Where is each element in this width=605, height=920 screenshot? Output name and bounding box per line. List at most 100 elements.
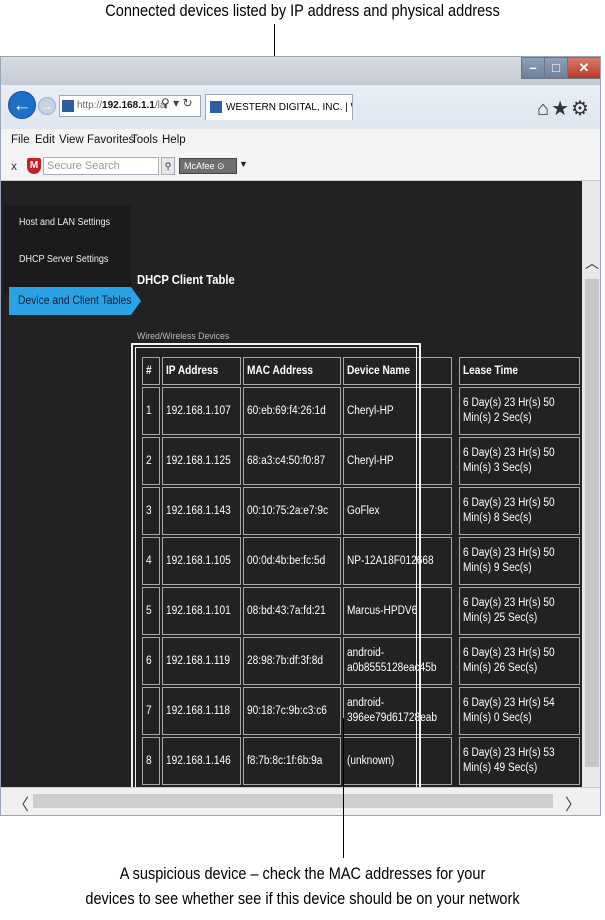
- sidebar-item-dhcp-server[interactable]: DHCP Server Settings: [19, 254, 108, 265]
- back-arrow-icon[interactable]: ←: [8, 91, 36, 119]
- mcafee-button[interactable]: McAfee ⊙: [179, 158, 237, 174]
- horizontal-scrollbar[interactable]: 〈 〉: [1, 787, 600, 815]
- annotation-bottom: A suspicious device – check the MAC addr…: [36, 862, 568, 912]
- cell-mac: 00:0d:4b:be:fc:5d: [243, 537, 342, 585]
- sidebar-item-host-lan[interactable]: Host and LAN Settings: [19, 217, 110, 228]
- browser-right-icons: ⌂★⚙: [537, 96, 591, 121]
- cell-device-name-text: Marcus-HPDV6: [347, 604, 418, 617]
- secure-search-input[interactable]: Secure Search: [43, 157, 159, 175]
- sidebar-item-device-client-tables[interactable]: Device and Client Tables: [9, 287, 131, 315]
- menu-tools[interactable]: Tools: [131, 134, 158, 146]
- page-title: DHCP Client Table: [137, 273, 235, 287]
- cell-mac: 00:10:75:2a:e7:9c: [243, 487, 342, 535]
- annotation-bottom-line1: A suspicious device – check the MAC addr…: [119, 865, 486, 883]
- cell-ip: 192.168.1.125: [161, 437, 242, 485]
- scroll-up-icon[interactable]: ︿: [582, 253, 600, 273]
- scroll-right-icon[interactable]: 〉: [565, 791, 581, 815]
- maximize-icon[interactable]: □: [544, 57, 568, 79]
- cell-ip-text: 192.168.1.105: [165, 554, 231, 567]
- cell-index-text: 1: [146, 404, 152, 417]
- cell-device-name: android-396ee79d61728eab: [343, 687, 452, 735]
- close-icon[interactable]: ✕: [567, 57, 600, 79]
- cell-gap: [454, 737, 458, 785]
- cell-ip: 192.168.1.143: [161, 487, 242, 535]
- mcafee-shield-icon: M: [27, 158, 41, 174]
- home-icon[interactable]: ⌂: [537, 98, 551, 120]
- table-row: 2 192.168.1.125 68:a3:c4:50:f0:87 Cheryl-HP…: [142, 437, 580, 485]
- cell-device-name-text: GoFlex: [347, 504, 380, 517]
- settings-gear-icon[interactable]: ⚙: [571, 98, 591, 120]
- annotation-top: Connected devices listed by IP address a…: [105, 2, 500, 20]
- cell-mac-text: 00:0d:4b:be:fc:5d: [247, 554, 326, 567]
- cell-device-name-text: Cheryl-HP: [347, 404, 394, 417]
- search-icon[interactable]: ⚲: [161, 96, 170, 110]
- cell-index-text: 3: [146, 504, 152, 517]
- menu-favorites[interactable]: Favorites: [87, 134, 134, 146]
- address-host: 192.168.1.1: [102, 100, 155, 111]
- cell-gap: [454, 537, 458, 585]
- cell-lease-time-text: 6 Day(s) 23 Hr(s) 50 Min(s) 8 Sec(s): [463, 497, 556, 524]
- search-button-icon[interactable]: ⚲: [161, 157, 175, 175]
- toolbar-close-icon[interactable]: x: [11, 159, 17, 173]
- menu-edit[interactable]: Edit: [35, 134, 55, 146]
- cell-mac-text: 60:eb:69:f4:26:1d: [247, 404, 326, 417]
- cell-lease-time-text: 6 Day(s) 23 Hr(s) 50 Min(s) 3 Sec(s): [463, 447, 556, 474]
- table-row: 6 192.168.1.119 28:98:7b:df:3f:8d android-a…: [142, 637, 580, 685]
- header-gap: [454, 357, 458, 385]
- cell-mac: f8:7b:8c:1f:6b:9a: [243, 737, 342, 785]
- cell-device-name: Cheryl-HP: [343, 437, 452, 485]
- cell-gap: [454, 437, 458, 485]
- cell-index-text: 6: [146, 654, 152, 667]
- minimize-icon[interactable]: –: [521, 57, 545, 79]
- cell-ip: 192.168.1.101: [161, 587, 242, 635]
- cell-index: 2: [142, 437, 160, 485]
- cell-index-text: 5: [146, 604, 152, 617]
- cell-gap: [454, 487, 458, 535]
- cell-index-text: 4: [146, 554, 152, 567]
- cell-lease-time: 6 Day(s) 23 Hr(s) 54 Min(s) 0 Sec(s): [459, 687, 580, 735]
- cell-device-name: Cheryl-HP: [343, 387, 452, 435]
- table-header-row: # IP Address MAC Address Device Name Lea…: [142, 357, 580, 385]
- scroll-left-icon[interactable]: 〈: [13, 791, 29, 815]
- cell-device-name-text: Cheryl-HP: [347, 454, 394, 467]
- cell-gap: [454, 637, 458, 685]
- cell-mac: 60:eb:69:f4:26:1d: [243, 387, 342, 435]
- browser-tab[interactable]: WESTERN DIGITAL, INC. | W...×: [205, 94, 353, 120]
- callout-line-bottom: [343, 718, 344, 858]
- address-actions: ⚲ ▾ ↻: [161, 96, 193, 110]
- cell-ip: 192.168.1.146: [161, 737, 242, 785]
- menu-view[interactable]: View: [59, 134, 84, 146]
- mcafee-dropdown-icon[interactable]: ▼: [239, 159, 248, 169]
- cell-index: 7: [142, 687, 160, 735]
- favorites-star-icon[interactable]: ★: [551, 98, 571, 120]
- cell-mac-text: 08:bd:43:7a:fd:21: [247, 604, 326, 617]
- header-ip: IP Address: [161, 357, 242, 385]
- cell-lease-time-text: 6 Day(s) 23 Hr(s) 50 Min(s) 9 Sec(s): [463, 547, 556, 574]
- cell-index: 5: [142, 587, 160, 635]
- dropdown-arrow-icon[interactable]: ▾: [173, 96, 179, 110]
- cell-lease-time: 6 Day(s) 23 Hr(s) 50 Min(s) 2 Sec(s): [459, 387, 580, 435]
- annotation-bottom-line2: devices to see whether see if this devic…: [85, 890, 520, 908]
- cell-mac: 08:bd:43:7a:fd:21: [243, 587, 342, 635]
- horizontal-scroll-thumb[interactable]: [33, 794, 553, 808]
- cell-index: 1: [142, 387, 160, 435]
- menu-help[interactable]: Help: [162, 134, 186, 146]
- menu-file[interactable]: File: [11, 134, 30, 146]
- forward-arrow-icon[interactable]: →: [38, 97, 56, 115]
- site-favicon-icon: [62, 100, 74, 112]
- refresh-icon[interactable]: ↻: [183, 96, 193, 110]
- cell-device-name: Marcus-HPDV6: [343, 587, 452, 635]
- cell-mac-text: 00:10:75:2a:e7:9c: [247, 504, 329, 517]
- cell-lease-time-text: 6 Day(s) 23 Hr(s) 50 Min(s) 26 Sec(s): [463, 647, 556, 674]
- cell-ip-text: 192.168.1.119: [165, 654, 230, 667]
- cell-index-text: 8: [146, 754, 152, 767]
- cell-ip-text: 192.168.1.146: [165, 754, 231, 767]
- dhcp-client-table: # IP Address MAC Address Device Name Lea…: [140, 355, 582, 787]
- cell-mac-text: 28:98:7b:df:3f:8d: [247, 654, 324, 667]
- cell-ip-text: 192.168.1.107: [165, 404, 231, 417]
- tab-title: WESTERN DIGITAL, INC. | W...: [226, 102, 352, 113]
- cell-lease-time: 6 Day(s) 23 Hr(s) 50 Min(s) 8 Sec(s): [459, 487, 580, 535]
- vertical-scroll-thumb[interactable]: [585, 279, 599, 767]
- router-page: Host and LAN Settings DHCP Server Settin…: [1, 181, 582, 787]
- cell-ip: 192.168.1.107: [161, 387, 242, 435]
